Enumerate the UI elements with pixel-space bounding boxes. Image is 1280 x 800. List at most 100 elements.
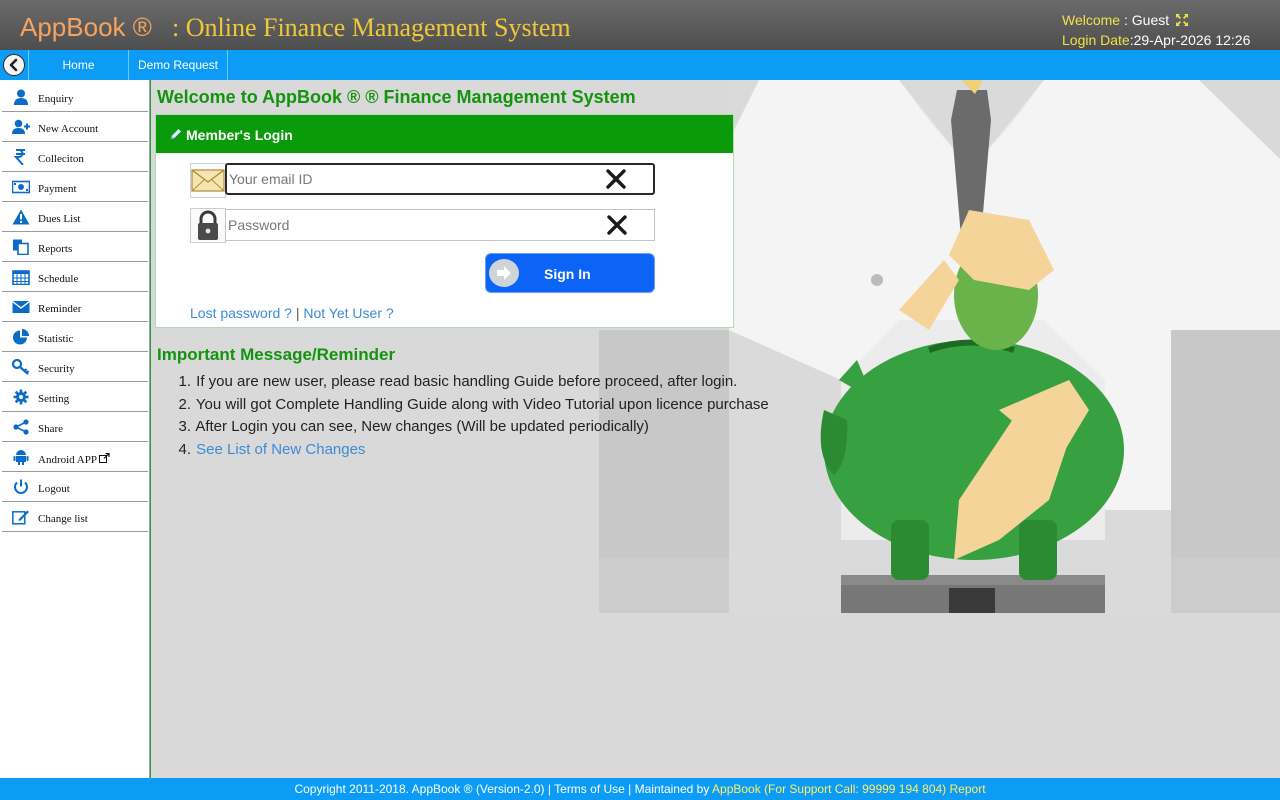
arrow-right-glyph — [497, 266, 511, 280]
new-changes-link[interactable]: See List of New Changes — [196, 441, 365, 458]
password-input[interactable] — [228, 210, 588, 240]
sidebar-item-collection[interactable]: Colleciton — [2, 142, 148, 172]
sidebar-item-label: Reports — [38, 243, 73, 255]
close-icon[interactable] — [606, 214, 628, 236]
welcome-user: Guest — [1131, 12, 1170, 28]
welcome-text: Welcome : Guest — [1062, 12, 1189, 28]
email-field[interactable] — [225, 163, 655, 195]
sidebar-item-new-account[interactable]: New Account — [2, 112, 148, 142]
warning-icon — [12, 209, 30, 225]
email-input[interactable] — [229, 165, 589, 193]
sidebar-item-schedule[interactable]: Schedule — [2, 262, 148, 292]
key-icon — [12, 359, 30, 375]
sidebar-item-logout[interactable]: Logout — [2, 472, 148, 502]
money-icon — [12, 180, 30, 194]
login-date-value: :29-Apr-2026 12:26 — [1129, 32, 1251, 48]
sidebar-collapse-button[interactable] — [3, 54, 25, 76]
list-number: 2. — [178, 395, 191, 413]
sidebar-item-label: Change list — [38, 513, 88, 525]
sidebar-item-label: Security — [38, 363, 75, 375]
calendar-icon — [12, 270, 30, 285]
list-text: After Login you can see, New changes (Wi… — [195, 418, 649, 436]
sidebar-item-share[interactable]: Share — [2, 412, 148, 442]
login-date: Login Date:29-Apr-2026 12:26 — [1062, 32, 1250, 48]
envelope-icon — [191, 169, 225, 192]
sidebar-item-label: Statistic — [38, 333, 74, 345]
pie-chart-icon — [13, 329, 29, 345]
sidebar-item-reminder[interactable]: Reminder — [2, 292, 148, 322]
list-text: You will got Complete Handling Guide alo… — [195, 395, 769, 413]
not-yet-user-link[interactable]: Not Yet User ? — [303, 305, 393, 321]
sidebar-item-label: Dues List — [38, 213, 81, 225]
fullscreen-icon[interactable] — [1176, 14, 1189, 26]
sidebar-item-label: Schedule — [38, 273, 79, 285]
list-number: 3. — [178, 418, 191, 436]
copyright-text: Copyright 2011-2018. AppBook ® (Version-… — [294, 782, 552, 796]
maintained-text: | Maintained by — [628, 782, 710, 796]
sidebar-item-label: Payment — [38, 183, 77, 195]
sidebar-item-reports[interactable]: Reports — [2, 232, 148, 262]
sidebar-item-setting[interactable]: Setting — [2, 382, 148, 412]
terms-link[interactable]: Terms of Use — [554, 782, 625, 796]
maintainer-link[interactable]: AppBook — [712, 782, 761, 796]
sidebar-item-label: Enquiry — [38, 93, 74, 105]
sidebar-item-label: Reminder — [38, 303, 82, 315]
report-link[interactable]: Report — [950, 782, 986, 796]
sidebar-item-enquiry[interactable]: Enquiry — [2, 82, 148, 112]
share-icon — [13, 419, 29, 435]
sidebar-item-security[interactable]: Security — [2, 352, 148, 382]
sidebar-item-label: Share — [38, 423, 64, 435]
power-icon — [14, 479, 28, 494]
list-number: 1. — [178, 373, 191, 390]
chevron-left-icon — [9, 58, 18, 72]
envelope-icon — [12, 300, 30, 313]
page-title: Welcome to AppBook ® ® Finance Managemen… — [157, 87, 636, 107]
login-panel: Member's Login Your email ID Sign In Los… — [155, 114, 734, 328]
messages-list: 1. If you are new user, please read basi… — [171, 371, 769, 462]
copy-icon — [13, 239, 29, 255]
top-navbar: Home Demo Request — [0, 50, 1280, 80]
lost-password-link[interactable]: Lost password ? — [190, 305, 292, 321]
sign-in-label: Sign In — [544, 266, 591, 282]
user-plus-icon — [12, 119, 30, 134]
sidebar-item-payment[interactable]: Payment — [2, 172, 148, 202]
lock-icon — [198, 210, 218, 240]
pencil-icon — [171, 129, 181, 139]
sidebar-item-label: Android APP — [38, 452, 110, 466]
sidebar-item-label: New Account — [38, 123, 99, 135]
sidebar-item-label: Colleciton — [38, 153, 84, 165]
list-text: If you are new user, please read basic h… — [196, 373, 738, 390]
nav-home[interactable]: Home — [29, 50, 128, 80]
brand-title: AppBook ® — [20, 12, 152, 42]
password-field[interactable] — [225, 209, 655, 241]
list-number: 4. — [178, 441, 191, 459]
sidebar-item-label-text: Android APP — [38, 454, 97, 466]
login-panel-header: Member's Login — [156, 115, 733, 153]
sidebar-item-change-list[interactable]: Change list — [2, 502, 148, 532]
sidebar-item-label: Logout — [38, 483, 70, 495]
messages-title: Important Message/Reminder — [157, 345, 396, 364]
sidebar-item-dues-list[interactable]: Dues List — [2, 202, 148, 232]
close-icon[interactable] — [605, 168, 627, 190]
sign-in-button[interactable]: Sign In — [485, 253, 655, 293]
list-item: 4. See List of New Changes — [171, 439, 769, 462]
welcome-separator: : — [1120, 12, 1132, 28]
login-links: Lost password ? | Not Yet User ? — [190, 305, 394, 321]
sidebar-item-statistic[interactable]: Statistic — [2, 322, 148, 352]
android-icon — [13, 450, 29, 465]
gear-icon — [13, 389, 29, 405]
sidebar-item-label: Setting — [38, 393, 70, 405]
email-icon-box — [190, 163, 226, 198]
main-content: Welcome to AppBook ® ® Finance Managemen… — [150, 80, 1280, 778]
edit-icon — [12, 510, 29, 525]
welcome-label: Welcome — [1062, 12, 1121, 28]
app-header: AppBook ® : Online Finance Management Sy… — [0, 0, 1280, 50]
password-icon-box — [190, 208, 226, 243]
support-text: (For Support Call: 99999 194 804) — [764, 782, 947, 796]
external-link-icon — [99, 452, 110, 463]
list-item: 1. If you are new user, please read basi… — [171, 371, 769, 394]
sidebar-item-android-app[interactable]: Android APP — [2, 442, 148, 472]
list-item: 2. You will got Complete Handling Guide … — [171, 394, 769, 417]
list-item: 3. After Login you can see, New changes … — [171, 416, 769, 439]
nav-demo-request[interactable]: Demo Request — [129, 50, 227, 80]
